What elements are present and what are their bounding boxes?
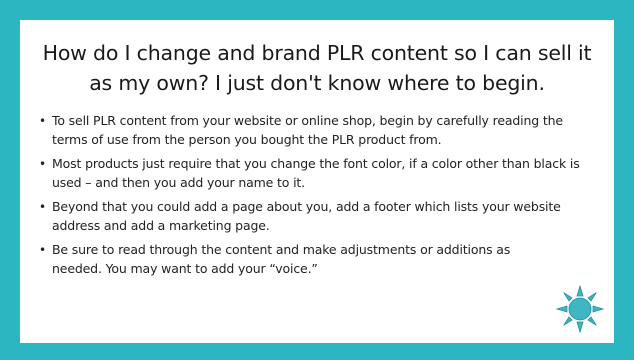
bullet-dot: •	[39, 157, 46, 171]
content-card: How do I change and brand PLR content so…	[20, 20, 614, 343]
bullet-item: • To sell PLR content from your website …	[34, 112, 600, 149]
bullet-text: Most products just require that you chan…	[52, 156, 580, 190]
bullet-list: • To sell PLR content from your website …	[34, 112, 600, 278]
bullet-item: • Most products just require that you ch…	[34, 155, 600, 192]
bullet-item: • Beyond that you could add a page about…	[34, 198, 600, 235]
bullet-text: Be sure to read through the content and …	[52, 242, 511, 276]
bullet-item: • Be sure to read through the content an…	[34, 241, 600, 278]
sun-icon	[556, 285, 604, 333]
bullet-text: To sell PLR content from your website or…	[52, 113, 563, 147]
bullet-text: Beyond that you could add a page about y…	[52, 199, 561, 233]
slide-title-line-1: How do I change and brand PLR content so…	[42, 41, 592, 65]
slide-title-line-2: as my own? I just don't know where to be…	[89, 71, 545, 95]
bullet-dot: •	[39, 200, 46, 214]
bullet-dot: •	[39, 243, 46, 257]
slide-title: How do I change and brand PLR content so…	[34, 38, 600, 98]
slide: How do I change and brand PLR content so…	[0, 0, 634, 360]
bullet-dot: •	[39, 114, 46, 128]
